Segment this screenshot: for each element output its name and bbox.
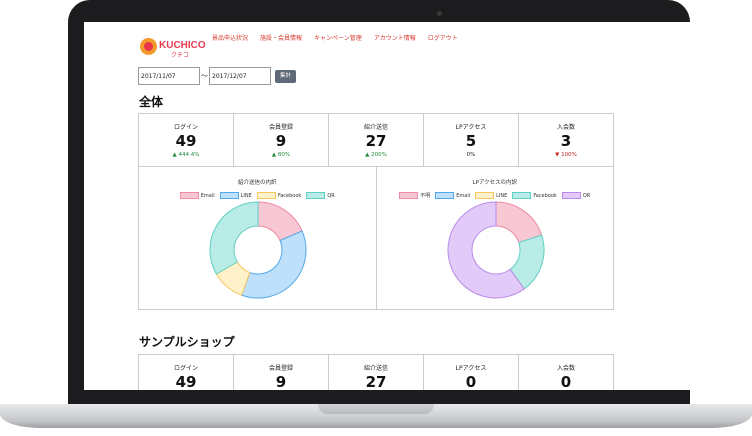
camera-icon	[436, 10, 443, 17]
stat-lp-access: LPアクセス 5 0%	[424, 114, 519, 166]
stat-label: 会員登録	[268, 124, 293, 131]
stat-member-registration: 会員登録 9 ▲ 80%	[234, 114, 329, 166]
logo-text: KUCHICO	[159, 40, 206, 51]
section-title-shop: サンプルショップ	[139, 335, 235, 349]
date-separator: 〜	[201, 72, 208, 80]
logo[interactable]: KUCHICO クチコ	[140, 33, 206, 59]
stat-enrollment: 入会数 3 ▼ 100%	[519, 114, 613, 166]
nav-menu: 景品申込状況 施設・会員情報 キャンペーン管理 アカウント情報 ログアウト	[212, 33, 458, 42]
stat-value: 0	[560, 373, 572, 391]
chart-lp-access-breakdown: LPアクセスの内訳 不明 Email LINE Facebook QR	[377, 167, 614, 309]
date-range-bar: 2017/11/07 〜 2017/12/07 集計	[138, 67, 296, 85]
stat-value: 9	[275, 132, 287, 150]
logo-subtext: クチコ	[171, 52, 190, 59]
screen: KUCHICO クチコ 景品申込状況 施設・会員情報 キャンペーン管理 アカウン…	[84, 22, 690, 390]
stat-value: 49	[175, 373, 197, 391]
stat-change: 0%	[466, 152, 476, 158]
aggregate-button[interactable]: 集計	[275, 69, 296, 83]
stat-change: ▲ 80%	[271, 152, 291, 158]
date-from-input[interactable]: 2017/11/07	[138, 67, 200, 85]
donut-slice-line[interactable]	[240, 230, 307, 299]
stat-label: 会員登録	[268, 365, 293, 372]
logo-icon	[140, 37, 157, 55]
nav-item-facility-member[interactable]: 施設・会員情報	[260, 33, 302, 42]
stat-value: 27	[365, 132, 387, 150]
stats-shop: ログイン 49 会員登録 9 紹介送信 27 LPアクセス 0 入会数 0	[138, 354, 614, 390]
nav-item-prize-status[interactable]: 景品申込状況	[212, 33, 248, 42]
stat-label: LPアクセス	[455, 124, 487, 131]
nav-item-logout[interactable]: ログアウト	[428, 33, 458, 42]
stat-value: 9	[275, 373, 287, 391]
stat-lp-access: LPアクセス 0	[424, 355, 519, 390]
stat-value: 27	[365, 373, 387, 391]
donut-slice-qr[interactable]	[209, 201, 259, 275]
stat-login: ログイン 49	[139, 355, 234, 390]
stat-value: 5	[465, 132, 477, 150]
top-nav: KUCHICO クチコ 景品申込状況 施設・会員情報 キャンペーン管理 アカウン…	[84, 22, 690, 59]
stat-label: 紹介送信	[363, 365, 388, 372]
stat-referral-sent: 紹介送信 27 ▲ 200%	[329, 114, 424, 166]
stats-overall: ログイン 49 ▲ 444.4% 会員登録 9 ▲ 80% 紹介送信 27 ▲ …	[138, 113, 614, 167]
stat-label: 入会数	[556, 365, 575, 372]
stat-value: 49	[175, 132, 197, 150]
referral-donut-chart	[209, 201, 307, 299]
laptop-notch	[318, 404, 434, 414]
donut-slice-不明[interactable]	[495, 201, 542, 244]
stat-value: 0	[465, 373, 477, 391]
stat-label: LPアクセス	[455, 365, 487, 372]
lp-access-donut-chart	[447, 201, 544, 299]
nav-item-campaign[interactable]: キャンペーン管理	[314, 33, 362, 42]
stat-change: ▲ 444.4%	[172, 152, 200, 158]
section-title-overall: 全体	[139, 95, 164, 109]
breakdown-charts: 紹介送信の内訳 Email LINE Facebook QR LPアクセスの内訳…	[138, 167, 614, 310]
stat-label: ログイン	[173, 124, 198, 131]
stat-login: ログイン 49 ▲ 444.4%	[139, 114, 234, 166]
stat-label: ログイン	[173, 365, 198, 372]
stat-enrollment: 入会数 0	[519, 355, 613, 390]
chart-referral-breakdown: 紹介送信の内訳 Email LINE Facebook QR	[139, 167, 377, 309]
stat-value: 3	[560, 132, 572, 150]
stat-label: 紹介送信	[363, 124, 388, 131]
stat-member-registration: 会員登録 9	[234, 355, 329, 390]
date-to-input[interactable]: 2017/12/07	[209, 67, 271, 85]
stat-change: ▲ 200%	[365, 152, 387, 158]
nav-item-account[interactable]: アカウント情報	[374, 33, 416, 42]
stat-label: 入会数	[556, 124, 575, 131]
stat-change: ▼ 100%	[555, 152, 577, 158]
stat-referral-sent: 紹介送信 27	[329, 355, 424, 390]
